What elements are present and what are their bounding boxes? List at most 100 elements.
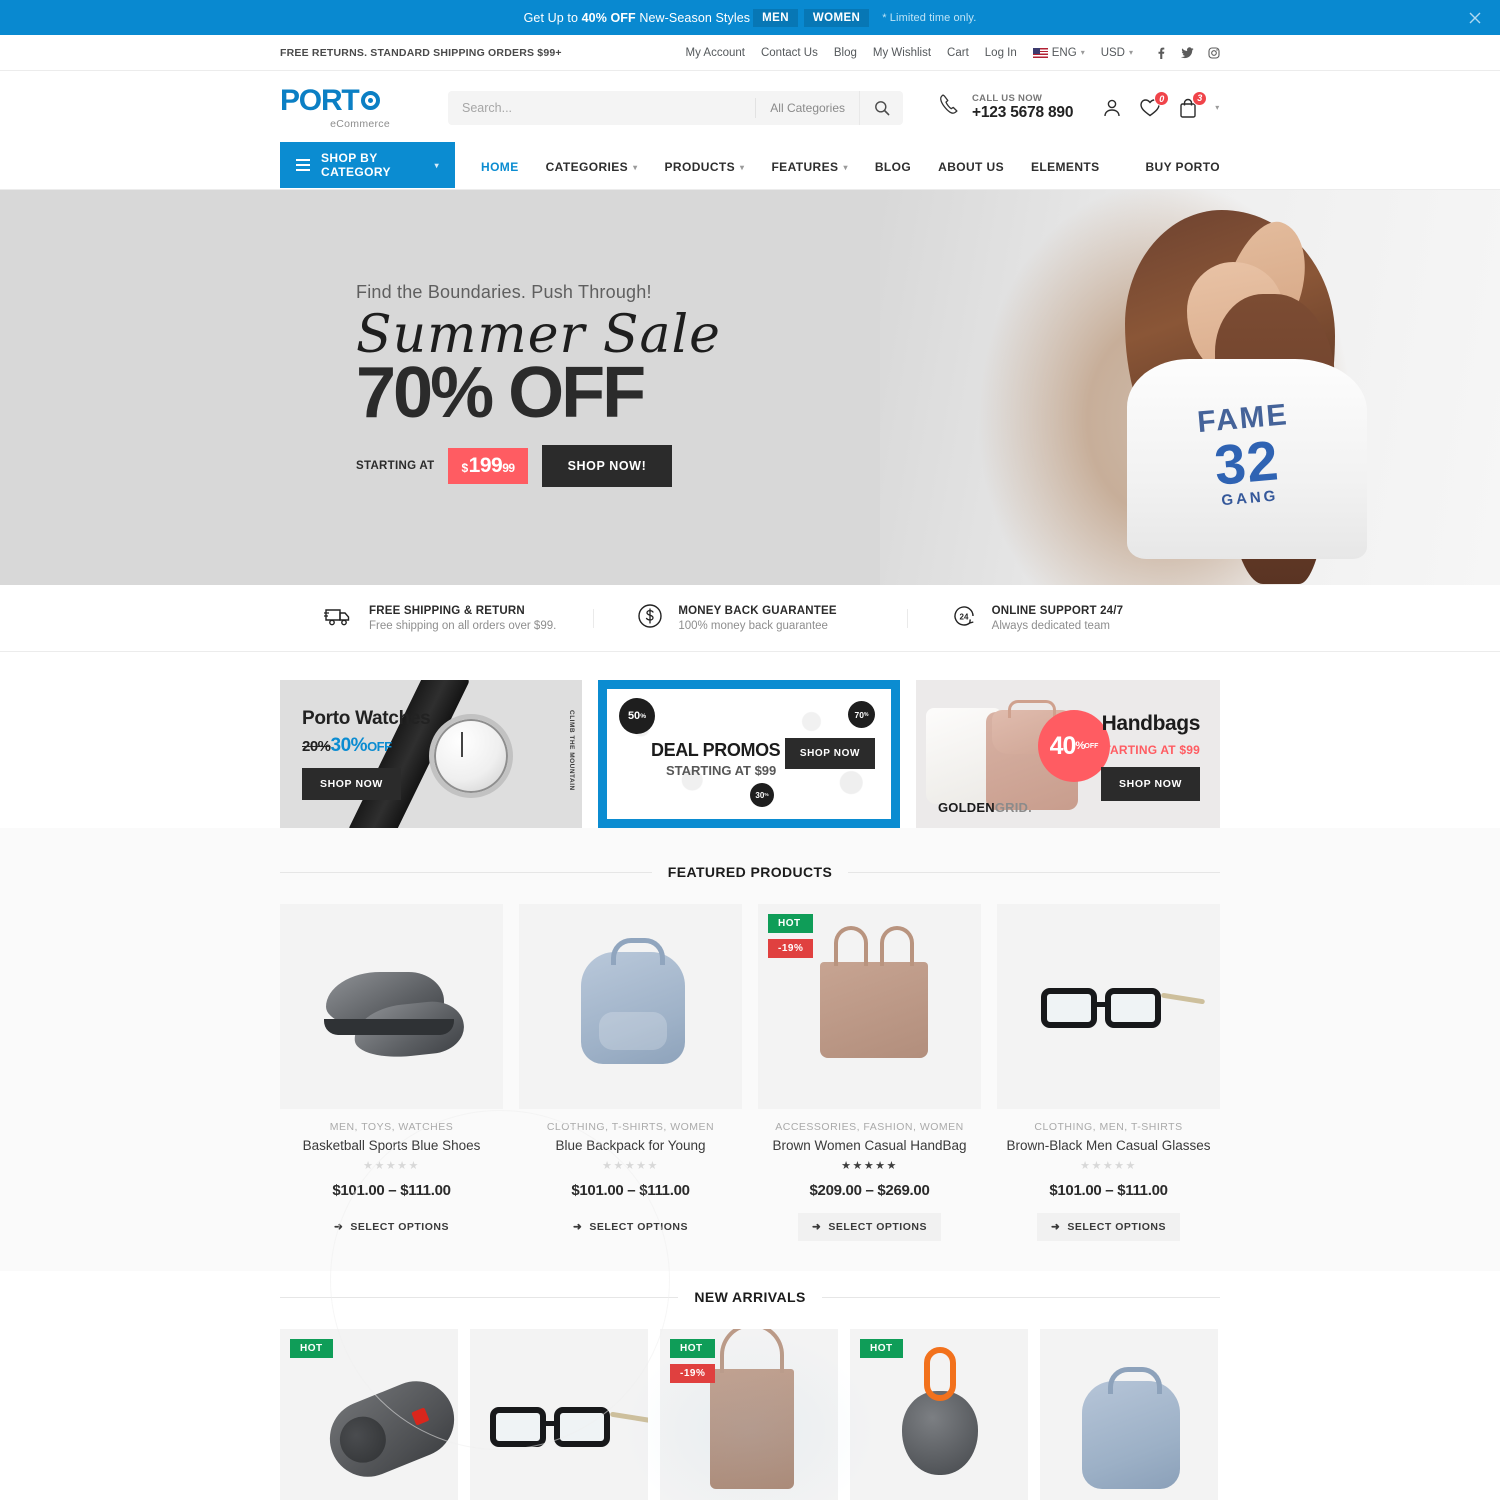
divider-right <box>821 1296 1221 1298</box>
banner-deal-shop-button[interactable]: SHOP NOW <box>784 738 875 769</box>
dollar-circle-icon <box>637 603 663 634</box>
search-icon[interactable] <box>859 90 903 125</box>
site-logo[interactable]: PORT eCommerce <box>280 83 390 130</box>
banner-handbags[interactable]: 40% OFF GOLDENGRID. Handbags STARTING AT … <box>916 680 1220 828</box>
select-options-button[interactable]: ➜ SELECT OPTIONS <box>1037 1213 1180 1241</box>
banner-porto-watches[interactable]: Porto Watches 20%30%OFF SHOP NOW CLIMB T… <box>280 680 582 828</box>
product-name[interactable]: Basketball Sports Blue Shoes <box>280 1138 503 1153</box>
product-card[interactable]: HOT -19% ACCESSORIES, FASHION, WOMEN Bro… <box>758 904 981 1241</box>
language-selector[interactable]: ENG ▾ <box>1032 46 1085 59</box>
nav-item-about-us[interactable]: ABOUT US <box>938 160 1004 174</box>
hero-big-title: 70% OFF <box>356 353 646 433</box>
select-options-button[interactable]: ➜ SELECT OPTIONS <box>798 1213 941 1241</box>
buy-porto-button[interactable]: BUY PORTO <box>1145 144 1220 190</box>
product-name[interactable]: Blue Backpack for Young <box>519 1138 742 1153</box>
divider-left <box>280 871 652 873</box>
select-options-button[interactable]: ➜ SELECT OPTIONS <box>320 1213 463 1241</box>
truck-icon <box>324 604 354 633</box>
search-input[interactable] <box>448 100 756 115</box>
product-card[interactable]: MEN, TOYS, WATCHES Basketball Sports Blu… <box>280 904 503 1241</box>
cart-icon[interactable]: 3 <box>1177 90 1208 119</box>
link-blog[interactable]: Blog <box>834 47 857 59</box>
nav-item-categories[interactable]: CATEGORIES ▾ <box>546 160 638 174</box>
instagram-icon[interactable] <box>1208 46 1220 59</box>
link-my-account[interactable]: My Account <box>686 47 745 59</box>
new-arrivals-heading-row: NEW ARRIVALS <box>280 1271 1221 1305</box>
select-options-button[interactable]: ➜ SELECT OPTIONS <box>559 1213 702 1241</box>
badge-hot: HOT <box>860 1339 903 1358</box>
badge-sale: -19% <box>670 1364 716 1383</box>
logo-text: PORT <box>280 83 360 117</box>
chevron-down-icon[interactable]: ▾ <box>1215 103 1219 112</box>
product-category: CLOTHING, T-SHIRTS, WOMEN <box>546 1121 715 1133</box>
product-rating: ★★★★★ <box>1080 1160 1137 1172</box>
product-card[interactable]: CLOTHING, MEN, T-SHIRTS Brown-Black Men … <box>997 904 1220 1241</box>
account-icon[interactable] <box>1101 97 1123 119</box>
divider-right <box>848 871 1220 873</box>
product-image: HOT -19% <box>660 1329 838 1500</box>
watches-old-pct: 20% <box>302 738 331 755</box>
hero-subtitle: Find the Boundaries. Push Through! <box>356 282 652 302</box>
chevron-down-icon: ▾ <box>843 162 848 172</box>
nav-item-products[interactable]: PRODUCTS ▾ <box>664 160 744 174</box>
arrow-right-icon: ➜ <box>334 1221 344 1233</box>
nav-item-home[interactable]: HOME <box>481 160 519 174</box>
product-image <box>470 1329 648 1500</box>
hero-shop-now-button[interactable]: SHOP NOW! <box>541 445 673 487</box>
banner-handbags-shop-button[interactable]: SHOP NOW <box>1101 767 1200 801</box>
badge-hot: HOT <box>670 1339 716 1358</box>
nav-item-features[interactable]: FEATURES ▾ <box>771 160 847 174</box>
product-price: $101.00 – $111.00 <box>332 1182 451 1199</box>
banner-handbags-subtitle: STARTING AT $99 <box>1095 743 1200 757</box>
product-card[interactable] <box>1040 1329 1218 1500</box>
currency-selector[interactable]: USD ▾ <box>1101 47 1133 59</box>
call-us-number: +123 5678 890 <box>972 104 1074 121</box>
product-card[interactable]: HOT <box>280 1329 458 1500</box>
backpack-artwork <box>1040 1329 1218 1500</box>
product-card[interactable]: HOT -19% <box>660 1329 838 1500</box>
product-price: $209.00 – $269.00 <box>809 1182 930 1199</box>
featured-product-grid: MEN, TOYS, WATCHES Basketball Sports Blu… <box>280 880 1220 1241</box>
new-arrivals-heading: NEW ARRIVALS <box>694 1289 806 1305</box>
nav-item-elements[interactable]: ELEMENTS <box>1031 160 1100 174</box>
banner-watches-shop-button[interactable]: SHOP NOW <box>302 768 401 800</box>
facebook-icon[interactable] <box>1155 47 1167 59</box>
language-label: ENG <box>1051 46 1077 59</box>
promo-chip-men[interactable]: MEN <box>753 8 798 27</box>
link-contact-us[interactable]: Contact Us <box>761 47 818 59</box>
page-root: Get Up to 40% OFF New-Season Styles MEN … <box>0 0 1500 1500</box>
link-log-in[interactable]: Log In <box>985 47 1017 59</box>
product-card[interactable]: CLOTHING, T-SHIRTS, WOMEN Blue Backpack … <box>519 904 742 1241</box>
wishlist-icon[interactable]: 0 <box>1139 91 1170 118</box>
search-category-select[interactable]: All Categories <box>755 97 859 118</box>
product-price: $101.00 – $111.00 <box>1049 1182 1168 1199</box>
nav-label: FEATURES <box>771 160 839 174</box>
link-cart[interactable]: Cart <box>947 47 969 59</box>
backpack-artwork <box>519 904 742 1109</box>
product-name[interactable]: Brown-Black Men Casual Glasses <box>997 1138 1220 1153</box>
handbags-brand: GOLDENGRID. <box>938 800 1032 815</box>
link-my-wishlist[interactable]: My Wishlist <box>873 47 931 59</box>
product-image: HOT -19% <box>758 904 981 1109</box>
close-icon[interactable] <box>1466 9 1484 27</box>
product-card[interactable] <box>470 1329 648 1500</box>
deal-dot-30: 30% <box>750 783 774 807</box>
product-image <box>1040 1329 1218 1500</box>
shoes-artwork <box>280 904 503 1109</box>
product-card[interactable]: HOT <box>850 1329 1028 1500</box>
product-rating: ★★★★★ <box>363 1160 420 1172</box>
product-name[interactable]: Brown Women Casual HandBag <box>758 1138 981 1153</box>
nav-label: HOME <box>481 160 519 174</box>
shop-by-category-button[interactable]: SHOP BY CATEGORY ▾ <box>280 142 455 188</box>
utility-links: My Account Contact Us Blog My Wishlist C… <box>686 47 1220 59</box>
chevron-down-icon: ▾ <box>1080 48 1085 57</box>
nav-item-blog[interactable]: BLOG <box>875 160 911 174</box>
phone-icon <box>937 92 963 123</box>
product-price: $101.00 – $111.00 <box>571 1182 690 1199</box>
banner-handbags-title: Handbags <box>1101 712 1201 735</box>
twitter-icon[interactable] <box>1181 46 1194 59</box>
service-title: MONEY BACK GUARANTEE <box>678 604 837 617</box>
promo-chip-women[interactable]: WOMEN <box>803 8 870 27</box>
banner-deal-promos[interactable]: 50% 70% 30% DEAL PROMOS STARTING AT $99 … <box>598 680 900 828</box>
support-24-icon: 24 <box>951 603 977 634</box>
